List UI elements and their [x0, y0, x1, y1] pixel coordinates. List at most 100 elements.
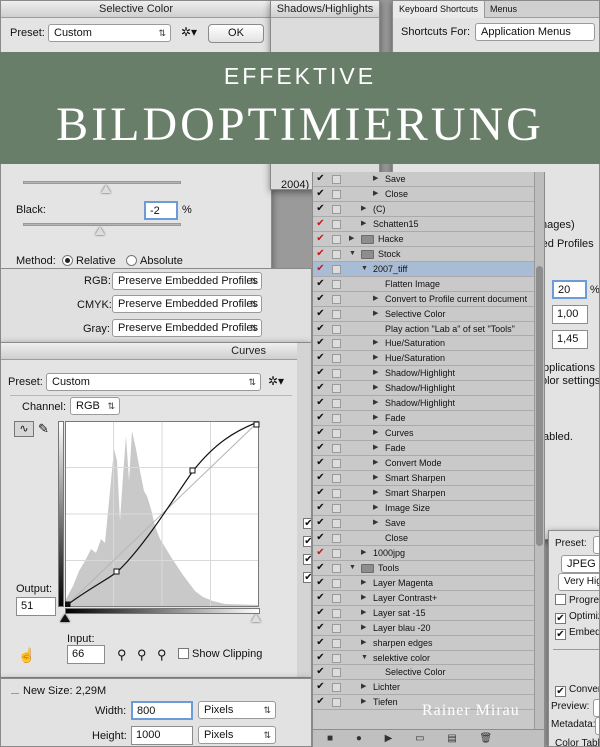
- dialog-toggle-box[interactable]: [332, 234, 341, 244]
- ok-button[interactable]: OK: [208, 24, 264, 43]
- hand-tool-icon[interactable]: ☝: [18, 647, 35, 664]
- disclosure-closed-icon[interactable]: ▶: [373, 172, 378, 186]
- side-checkbox-3[interactable]: ✔: [303, 551, 311, 565]
- dialog-toggle-box[interactable]: [332, 324, 341, 334]
- action-row[interactable]: ✔ ▶ Shadow/Highlight: [313, 381, 544, 397]
- action-row[interactable]: ✔ ▶ Shadow/Highlight: [313, 396, 544, 412]
- curves-preset-select[interactable]: Custom ⇅: [46, 373, 261, 391]
- dialog-toggle-box[interactable]: [332, 444, 341, 454]
- toggle-check-icon[interactable]: ✔: [315, 591, 326, 605]
- action-row[interactable]: ✔ Close: [313, 531, 544, 546]
- side-checkbox-2[interactable]: ✔: [303, 533, 311, 547]
- dialog-toggle-box[interactable]: [332, 548, 341, 558]
- disclosure-closed-icon[interactable]: ▶: [373, 396, 378, 410]
- dialog-toggle-box[interactable]: [332, 414, 341, 424]
- rgb-select[interactable]: Preserve Embedded Profiles ⇅: [112, 272, 262, 290]
- dialog-toggle-box[interactable]: [332, 175, 341, 184]
- format-select[interactable]: JPEG: [561, 555, 599, 573]
- dialog-toggle-box[interactable]: [332, 623, 341, 633]
- disclosure-closed-icon[interactable]: ▶: [373, 187, 378, 201]
- disclosure-closed-icon[interactable]: ▶: [373, 366, 378, 380]
- tab-keyboard-shortcuts[interactable]: Keyboard Shortcuts: [393, 1, 486, 18]
- toggle-check-icon[interactable]: ✔: [315, 516, 326, 530]
- toggle-check-icon[interactable]: ✔: [315, 307, 326, 321]
- action-row[interactable]: ✔ ▶ Lichter: [313, 680, 544, 696]
- dialog-toggle-box[interactable]: [332, 578, 341, 588]
- show-clipping-checkbox[interactable]: Show Clipping: [178, 648, 262, 660]
- toggle-check-icon[interactable]: ✔: [315, 471, 326, 485]
- absolute-radio[interactable]: Absolute: [126, 255, 183, 267]
- width-unit-select[interactable]: Pixels ⇅: [198, 701, 276, 719]
- action-row[interactable]: ✔ ▶ Smart Sharpen: [313, 486, 544, 501]
- dialog-toggle-box[interactable]: [332, 264, 341, 274]
- action-row[interactable]: ✔ ▶ (C): [313, 202, 544, 217]
- value-input-3[interactable]: 1,45: [552, 330, 588, 349]
- dialog-toggle-box[interactable]: [332, 683, 341, 693]
- action-row[interactable]: ✔ ▶ Layer Magenta: [313, 576, 544, 591]
- dialog-toggle-box[interactable]: [332, 459, 341, 469]
- toggle-check-icon[interactable]: ✔: [315, 441, 326, 455]
- height-unit-select[interactable]: Pixels ⇅: [198, 726, 276, 744]
- dialog-toggle-box[interactable]: [332, 384, 341, 394]
- disclosure-closed-icon[interactable]: ▶: [361, 576, 366, 590]
- action-row[interactable]: ✔ ▶ Save: [313, 172, 544, 187]
- toggle-check-icon[interactable]: ✔: [315, 651, 326, 665]
- action-row[interactable]: ✔ ▶ Hue/Saturation: [313, 351, 544, 367]
- disclosure-closed-icon[interactable]: ▶: [373, 336, 378, 350]
- black-slider-thumb[interactable]: [95, 227, 106, 235]
- toggle-check-icon[interactable]: ✔: [315, 351, 326, 365]
- disclosure-closed-icon[interactable]: ▶: [373, 501, 378, 515]
- disclosure-closed-icon[interactable]: ▶: [361, 202, 366, 216]
- toggle-check-icon[interactable]: ✔: [315, 411, 326, 425]
- toggle-check-icon[interactable]: ✔: [315, 606, 326, 620]
- action-row[interactable]: ✔ Flatten Image: [313, 277, 544, 292]
- action-row[interactable]: ✔ Selective Color: [313, 665, 544, 681]
- toggle-check-icon[interactable]: ✔: [315, 381, 326, 395]
- action-row[interactable]: ✔ ▶ Schatten15: [313, 217, 544, 232]
- dialog-toggle-box[interactable]: [332, 503, 341, 513]
- cmyk-select[interactable]: Preserve Embedded Profiles ⇅: [112, 295, 262, 313]
- dialog-toggle-box[interactable]: [332, 309, 341, 319]
- white-point-slider[interactable]: [251, 614, 261, 622]
- action-row[interactable]: ✔ ▶ Curves: [313, 426, 544, 442]
- disclosure-closed-icon[interactable]: ▶: [373, 471, 378, 485]
- progressive-checkbox[interactable]: Progress: [555, 594, 599, 606]
- dialog-toggle-box[interactable]: [332, 429, 341, 439]
- disclosure-closed-icon[interactable]: ▶: [361, 695, 366, 709]
- preset-select[interactable]: Custom ⇅: [48, 24, 171, 42]
- toggle-check-icon[interactable]: ✔: [315, 456, 326, 470]
- dialog-toggle-box[interactable]: [332, 369, 341, 379]
- action-row[interactable]: ✔ ▶ Convert to Profile current document: [313, 292, 544, 307]
- disclosure-closed-icon[interactable]: ▶: [361, 606, 366, 620]
- value-input-2[interactable]: 1,00: [552, 305, 588, 324]
- disclosure-open-icon[interactable]: ▼: [361, 651, 368, 665]
- toggle-check-icon[interactable]: ✔: [315, 292, 326, 306]
- dialog-toggle-box[interactable]: [332, 698, 341, 708]
- toggle-check-icon[interactable]: ✔: [315, 680, 326, 694]
- dialog-toggle-box[interactable]: [332, 518, 341, 528]
- toggle-check-icon[interactable]: ✔: [315, 202, 326, 216]
- disclosure-closed-icon[interactable]: ▶: [373, 307, 378, 321]
- action-row[interactable]: ✔ ▼ selektive color: [313, 651, 544, 666]
- toggle-check-icon[interactable]: ✔: [315, 561, 326, 575]
- dialog-toggle-box[interactable]: [332, 533, 341, 543]
- disclosure-closed-icon[interactable]: ▶: [361, 680, 366, 694]
- color-slider-thumb[interactable]: [101, 185, 111, 193]
- disclosure-closed-icon[interactable]: ▶: [373, 292, 378, 306]
- value-input-1[interactable]: 20: [552, 280, 587, 299]
- width-input[interactable]: 800: [131, 701, 193, 720]
- channel-select[interactable]: RGB ⇅: [70, 397, 120, 415]
- toggle-check-icon[interactable]: ✔: [315, 336, 326, 350]
- toggle-check-icon[interactable]: ✔: [315, 187, 326, 201]
- action-row[interactable]: ✔ ▶ 1000jpg: [313, 546, 544, 561]
- toggle-check-icon[interactable]: ✔: [315, 322, 326, 336]
- toggle-check-icon[interactable]: ✔: [315, 546, 326, 560]
- disclosure-closed-icon[interactable]: ▶: [361, 591, 366, 605]
- side-checkbox-4[interactable]: ✔: [303, 569, 311, 583]
- disclosure-closed-icon[interactable]: ▶: [373, 351, 378, 365]
- dialog-toggle-box[interactable]: [332, 653, 341, 663]
- preview-select[interactable]: M: [593, 699, 599, 717]
- disclosure-closed-icon[interactable]: ▶: [373, 411, 378, 425]
- dialog-toggle-box[interactable]: [332, 249, 341, 259]
- disclosure-closed-icon[interactable]: ▶: [373, 426, 378, 440]
